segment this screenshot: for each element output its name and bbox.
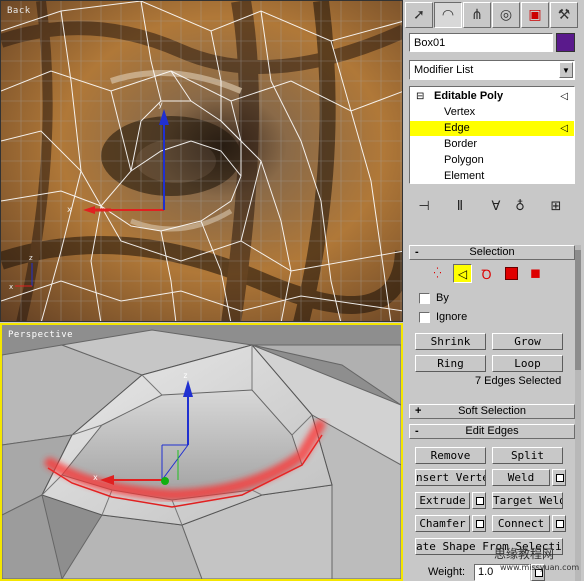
ignore-backfacing-label: Ignore [436, 311, 468, 323]
modify-icon: ◠ [441, 7, 455, 23]
modify-tab[interactable]: ◠ [434, 2, 462, 28]
by-vertex-checkbox[interactable] [419, 293, 430, 304]
element-mode-button[interactable]: ◼ [526, 264, 545, 283]
viewport-label-back[interactable]: Back [7, 6, 31, 16]
stack-item-border[interactable]: Border [410, 137, 574, 152]
rollout-title: Soft Selection [458, 405, 526, 417]
watermark-url: www.missyuan.com [500, 563, 580, 572]
border-mode-button[interactable]: Ꝺ [477, 264, 496, 283]
stack-item-label: Edge [444, 122, 470, 134]
rollout-title: Selection [469, 246, 515, 258]
modifier-list-label: Modifier List [414, 64, 474, 76]
chamfer-settings-button[interactable] [472, 515, 486, 532]
svg-text:x: x [9, 283, 13, 291]
object-color-swatch[interactable] [556, 33, 575, 52]
split-button[interactable]: Split [492, 447, 563, 464]
pin-stack-icon[interactable]: ⊣ [414, 194, 434, 218]
rollout-title: Edit Edges [465, 425, 519, 437]
remove-button[interactable]: Remove [415, 447, 486, 464]
extrude-button[interactable]: Extrude [415, 492, 470, 509]
ring-button[interactable]: Ring [415, 355, 486, 372]
create-tab[interactable]: ➚ [405, 2, 433, 28]
stack-item-vertex[interactable]: Vertex [410, 105, 574, 120]
motion-tab[interactable]: ◎ [492, 2, 520, 28]
svg-text:x: x [67, 205, 72, 214]
weight-label: Weight: [428, 566, 466, 578]
display-icon: ▣ [528, 7, 542, 23]
perspective-viewport-scene: z x [2, 325, 401, 579]
selection-status: 7 Edges Selected [475, 375, 562, 387]
stack-item-editable-poly[interactable]: ⊟ Editable Poly ◁ [410, 89, 574, 104]
edge-mode-icon: ◁ [560, 123, 568, 134]
weld-settings-button[interactable] [552, 469, 566, 486]
create-icon: ➚ [413, 7, 425, 23]
back-viewport[interactable]: x y z x Back [0, 0, 403, 322]
insert-vertex-button[interactable]: nsert Verte [415, 469, 486, 486]
utilities-tab[interactable]: ⚒ [550, 2, 578, 28]
collapse-icon[interactable]: ⊟ [416, 89, 424, 104]
stack-item-polygon[interactable]: Polygon [410, 153, 574, 168]
polygon-mode-button[interactable] [502, 264, 521, 283]
rollout-edit-edges[interactable]: - Edit Edges [409, 424, 575, 439]
stack-item-element[interactable]: Element [410, 169, 574, 184]
edge-mode-button[interactable]: ◁ [453, 264, 472, 283]
chevron-down-icon[interactable]: ▼ [559, 62, 573, 78]
rollout-soft-selection[interactable]: + Soft Selection [409, 404, 575, 419]
modifier-stack: ⊟ Editable Poly ◁ Vertex Edge ◁ Border P… [409, 86, 575, 184]
stack-root-label: Editable Poly [434, 90, 504, 102]
element-icon: ◼ [530, 266, 541, 281]
make-unique-icon[interactable]: ∀ [486, 194, 506, 218]
shrink-button[interactable]: Shrink [415, 333, 486, 350]
stack-item-label: Polygon [444, 154, 484, 166]
hierarchy-tab[interactable]: ⋔ [463, 2, 491, 28]
chamfer-button[interactable]: Chamfer [415, 515, 470, 532]
weld-button[interactable]: Weld [492, 469, 550, 486]
svg-text:y: y [158, 100, 163, 109]
object-name-field[interactable]: Box01 [409, 33, 553, 52]
stack-item-edge[interactable]: Edge ◁ [410, 121, 574, 136]
back-viewport-scene: x y z x [1, 1, 402, 321]
perspective-viewport[interactable]: z x Perspective [0, 323, 403, 581]
vertex-mode-button[interactable]: ⁛ [428, 264, 447, 283]
command-panel-tabs: ➚ ◠ ⋔ ◎ ▣ ⚒ [405, 2, 582, 30]
motion-icon: ◎ [499, 7, 513, 23]
target-weld-button[interactable]: Target Weld [492, 492, 563, 509]
grow-button[interactable]: Grow [492, 333, 563, 350]
configure-sets-icon[interactable]: ⊞ [546, 194, 566, 218]
edge-mode-icon: ◁ [560, 91, 568, 102]
connect-settings-button[interactable] [552, 515, 566, 532]
show-end-result-icon[interactable]: Ⅱ [450, 194, 470, 218]
svg-text:x: x [93, 473, 98, 482]
polygon-icon [505, 267, 518, 280]
rollout-selection[interactable]: - Selection [409, 245, 575, 260]
stack-item-label: Border [444, 138, 478, 150]
svg-text:z: z [183, 371, 188, 380]
vertex-icon: ⁛ [433, 268, 442, 279]
viewport-label-perspective[interactable]: Perspective [8, 330, 73, 340]
panel-scrollbar-thumb[interactable] [575, 250, 581, 370]
border-icon: Ꝺ [481, 267, 492, 283]
connect-button[interactable]: Connect [492, 515, 550, 532]
remove-modifier-icon[interactable]: ♁ [510, 194, 530, 218]
display-tab[interactable]: ▣ [521, 2, 549, 28]
by-vertex-label: By [436, 292, 449, 304]
hierarchy-icon: ⋔ [471, 7, 483, 23]
utilities-icon: ⚒ [557, 7, 571, 23]
loop-button[interactable]: Loop [492, 355, 563, 372]
stack-item-label: Element [444, 170, 485, 182]
svg-text:z: z [29, 254, 33, 262]
edge-icon: ◁ [457, 266, 468, 281]
ignore-backfacing-checkbox[interactable] [419, 312, 430, 323]
watermark: 思缘教程网 [494, 547, 555, 561]
stack-item-label: Vertex [444, 106, 476, 118]
extrude-settings-button[interactable] [472, 492, 486, 509]
modifier-list-dropdown[interactable]: Modifier List ▼ [409, 60, 575, 80]
